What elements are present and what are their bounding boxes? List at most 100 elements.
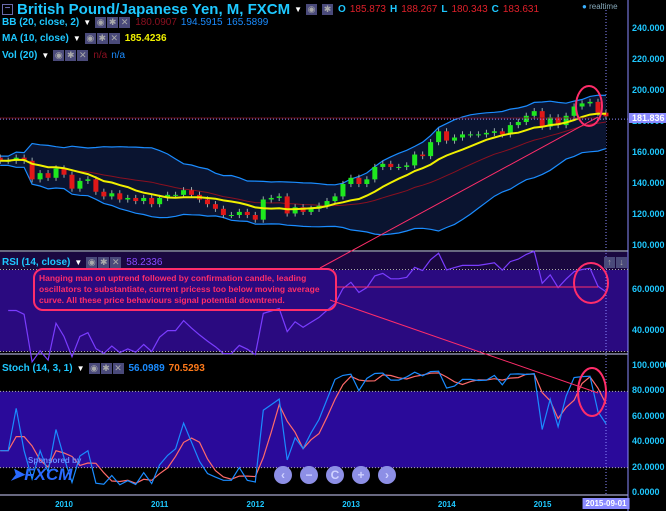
- time-axis-label: 2013: [342, 500, 360, 509]
- rsi-value: 58.2336: [126, 257, 163, 268]
- bb-mid-value: 180.0907: [135, 17, 177, 28]
- chevron-down-icon[interactable]: ▼: [294, 5, 302, 14]
- candle-body: [388, 163, 394, 167]
- time-axis-label: 2010: [55, 500, 73, 509]
- cursor-date-label: 2015-09-01: [582, 498, 630, 509]
- chevron-down-icon[interactable]: ▼: [77, 364, 85, 373]
- time-axis-label: 2012: [246, 500, 265, 509]
- gear-icon[interactable]: ✱: [107, 17, 119, 28]
- scroll-left-button[interactable]: ‹: [274, 466, 292, 484]
- candle-body: [372, 166, 378, 180]
- gear-icon[interactable]: ✱: [100, 363, 112, 374]
- gear-icon[interactable]: ✱: [322, 4, 334, 15]
- collapse-icon[interactable]: −: [2, 4, 13, 15]
- eye-icon[interactable]: ◉: [95, 17, 107, 28]
- candle-body: [45, 173, 51, 178]
- price-axis-label: 200.000: [632, 85, 665, 95]
- candle-body: [252, 215, 258, 220]
- high-value: 188.267: [401, 4, 438, 15]
- gear-icon[interactable]: ✱: [65, 50, 77, 61]
- arrow-up-icon[interactable]: ↑: [604, 257, 615, 268]
- chevron-down-icon[interactable]: ▼: [74, 258, 82, 267]
- chart-canvas[interactable]: [0, 0, 666, 511]
- candle-body: [396, 166, 402, 168]
- candle-body: [420, 154, 426, 157]
- realtime-indicator: ● realtime: [582, 2, 618, 11]
- ma-legend: MA (10, close) ▼ ◉ ✱ ✕ 185.4236: [2, 33, 167, 44]
- candle-body: [515, 122, 521, 126]
- ma-label[interactable]: MA (10, close): [2, 33, 69, 44]
- candle-body: [284, 196, 290, 214]
- candle-body: [380, 163, 386, 167]
- vol-label[interactable]: Vol (20): [2, 50, 37, 61]
- candle-body: [531, 111, 537, 116]
- zoom-in-button[interactable]: +: [352, 466, 370, 484]
- stoch-axis-label: 40.0000: [632, 436, 665, 447]
- eye-icon[interactable]: ◉: [84, 33, 96, 44]
- eye-icon[interactable]: ◉: [306, 4, 318, 15]
- zoom-out-button[interactable]: −: [300, 466, 318, 484]
- reset-zoom-button[interactable]: C: [326, 466, 344, 484]
- vol-value-2: n/a: [111, 50, 126, 61]
- stoch-label[interactable]: Stoch (14, 3, 1): [2, 363, 73, 374]
- candle-body: [460, 134, 465, 138]
- candle-body: [69, 174, 75, 189]
- time-axis-label: 2015: [533, 500, 552, 509]
- stoch-legend: Stoch (14, 3, 1) ▼ ◉ ✱ ✕ 56.0989 70.5293: [2, 363, 205, 374]
- stoch-axis-label: 0.0000: [632, 487, 660, 497]
- eye-icon[interactable]: ◉: [53, 50, 65, 61]
- candle-body: [77, 180, 83, 189]
- scroll-right-button[interactable]: ›: [378, 466, 396, 484]
- candle-body: [483, 132, 489, 135]
- main-legend: − British Pound/Japanese Yen, M, FXCM ▼ …: [2, 1, 539, 18]
- candle-body: [228, 215, 234, 216]
- price-axis-label: 140.000: [632, 178, 665, 188]
- candle-body: [340, 184, 346, 197]
- close-icon[interactable]: ✕: [110, 257, 122, 268]
- candle-body: [220, 208, 226, 215]
- candle-body: [332, 196, 338, 202]
- candle-body: [579, 103, 585, 107]
- stoch-axis-label: 80.0000: [632, 385, 665, 396]
- candle-body: [204, 199, 210, 205]
- chevron-down-icon[interactable]: ▼: [83, 18, 91, 27]
- price-axis-label: 100.000: [632, 240, 665, 250]
- close-icon[interactable]: ✕: [108, 33, 120, 44]
- candle-body: [428, 142, 434, 157]
- candle-body: [93, 179, 99, 192]
- candle-body: [149, 197, 155, 205]
- close-icon[interactable]: ✕: [112, 363, 124, 374]
- rsi-label[interactable]: RSI (14, close): [2, 257, 70, 268]
- eye-icon[interactable]: ◉: [88, 363, 100, 374]
- candle-body: [181, 190, 187, 195]
- stoch-axis-label: 60.0000: [632, 410, 665, 421]
- open-label: O: [338, 4, 346, 15]
- gear-icon[interactable]: ✱: [98, 257, 110, 268]
- candle-body: [491, 131, 497, 133]
- gear-icon[interactable]: ✱: [96, 33, 108, 44]
- candle-body: [101, 191, 107, 197]
- current-price-label: 181.836: [629, 113, 666, 124]
- close-icon[interactable]: ✕: [119, 17, 131, 28]
- close-icon[interactable]: ✕: [77, 50, 89, 61]
- candle-body: [268, 197, 274, 200]
- candle-body: [85, 179, 91, 181]
- rsi-axis-label: 40.0000: [632, 325, 665, 335]
- candle-body: [236, 211, 242, 215]
- chevron-down-icon[interactable]: ▼: [73, 34, 81, 43]
- candle-body: [212, 204, 218, 209]
- candle-body: [260, 199, 266, 220]
- sponsor-logo[interactable]: Sponsored by ➤FXCM: [10, 456, 81, 485]
- eye-icon[interactable]: ◉: [86, 257, 98, 268]
- candle-body: [109, 193, 115, 197]
- arrow-down-icon[interactable]: ↓: [616, 257, 627, 268]
- bb-label[interactable]: BB (20, close, 2): [2, 17, 79, 28]
- candle-body: [37, 173, 43, 180]
- stoch-axis-label: 100.0000: [632, 360, 666, 370]
- open-value: 185.873: [349, 4, 386, 15]
- candle-body: [125, 197, 131, 200]
- pane-move-buttons: ↑ ↓: [604, 257, 628, 268]
- candle-body: [587, 101, 593, 104]
- candle-body: [244, 211, 250, 215]
- chevron-down-icon[interactable]: ▼: [41, 51, 49, 60]
